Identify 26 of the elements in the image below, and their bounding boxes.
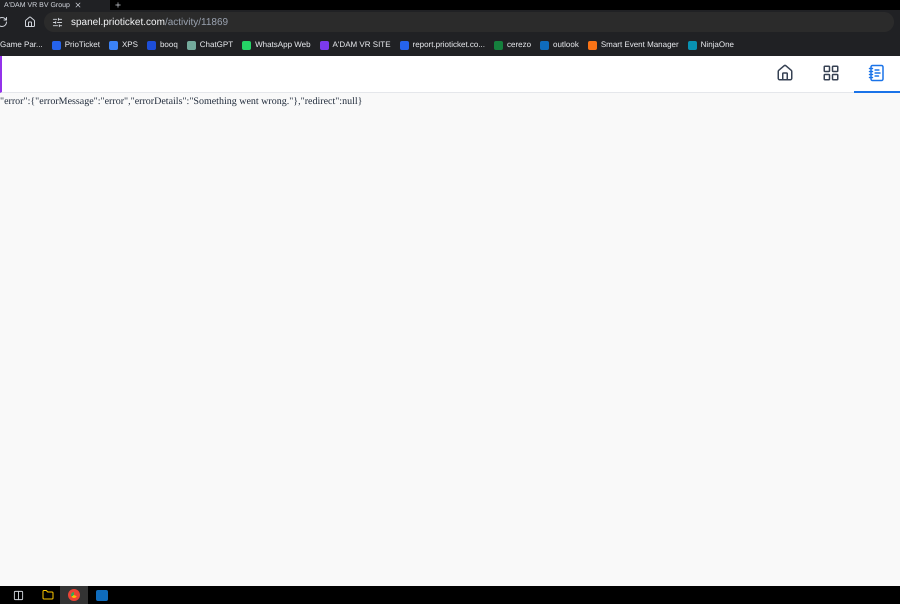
new-tab-icon[interactable] xyxy=(114,1,122,9)
url-text: spanel.prioticket.com/activity/11869 xyxy=(71,16,228,30)
bookmark[interactable]: NinjaOne xyxy=(688,39,734,51)
close-icon[interactable] xyxy=(74,1,82,9)
bookmark[interactable]: outlook xyxy=(540,39,579,51)
mail-app-icon[interactable] xyxy=(96,590,108,600)
bookmark[interactable]: XPS xyxy=(108,39,138,51)
bookmark[interactable]: report.prioticket.co... xyxy=(400,39,486,51)
error-json-text: "error":{"errorMessage":"error","errorDetails":"Something went wrong."},"redirect":null} xyxy=(0,95,364,109)
bookmark[interactable]: booq xyxy=(146,39,178,51)
document-icon xyxy=(868,64,886,82)
bookmark[interactable]: PrioTicket xyxy=(52,39,100,51)
task-view-icon[interactable] xyxy=(12,590,24,600)
folder-icon[interactable] xyxy=(42,589,54,601)
home-icon xyxy=(776,64,794,82)
browser-icon[interactable] xyxy=(68,589,80,601)
home-icon[interactable] xyxy=(24,16,36,28)
bookmark[interactable]: cerezo xyxy=(494,39,532,51)
bookmark[interactable]: Game Par... xyxy=(0,39,43,51)
bookmark[interactable]: WhatsApp Web xyxy=(242,39,311,51)
bookmark[interactable]: A'DAM VR SITE xyxy=(320,39,391,51)
address-bar[interactable]: spanel.prioticket.com/activity/11869 xyxy=(44,12,894,32)
grid-icon xyxy=(822,64,840,82)
site-settings-icon xyxy=(52,16,63,28)
bookmark[interactable]: ChatGPT xyxy=(186,39,234,51)
bookmark[interactable]: Smart Event Manager xyxy=(588,39,679,51)
